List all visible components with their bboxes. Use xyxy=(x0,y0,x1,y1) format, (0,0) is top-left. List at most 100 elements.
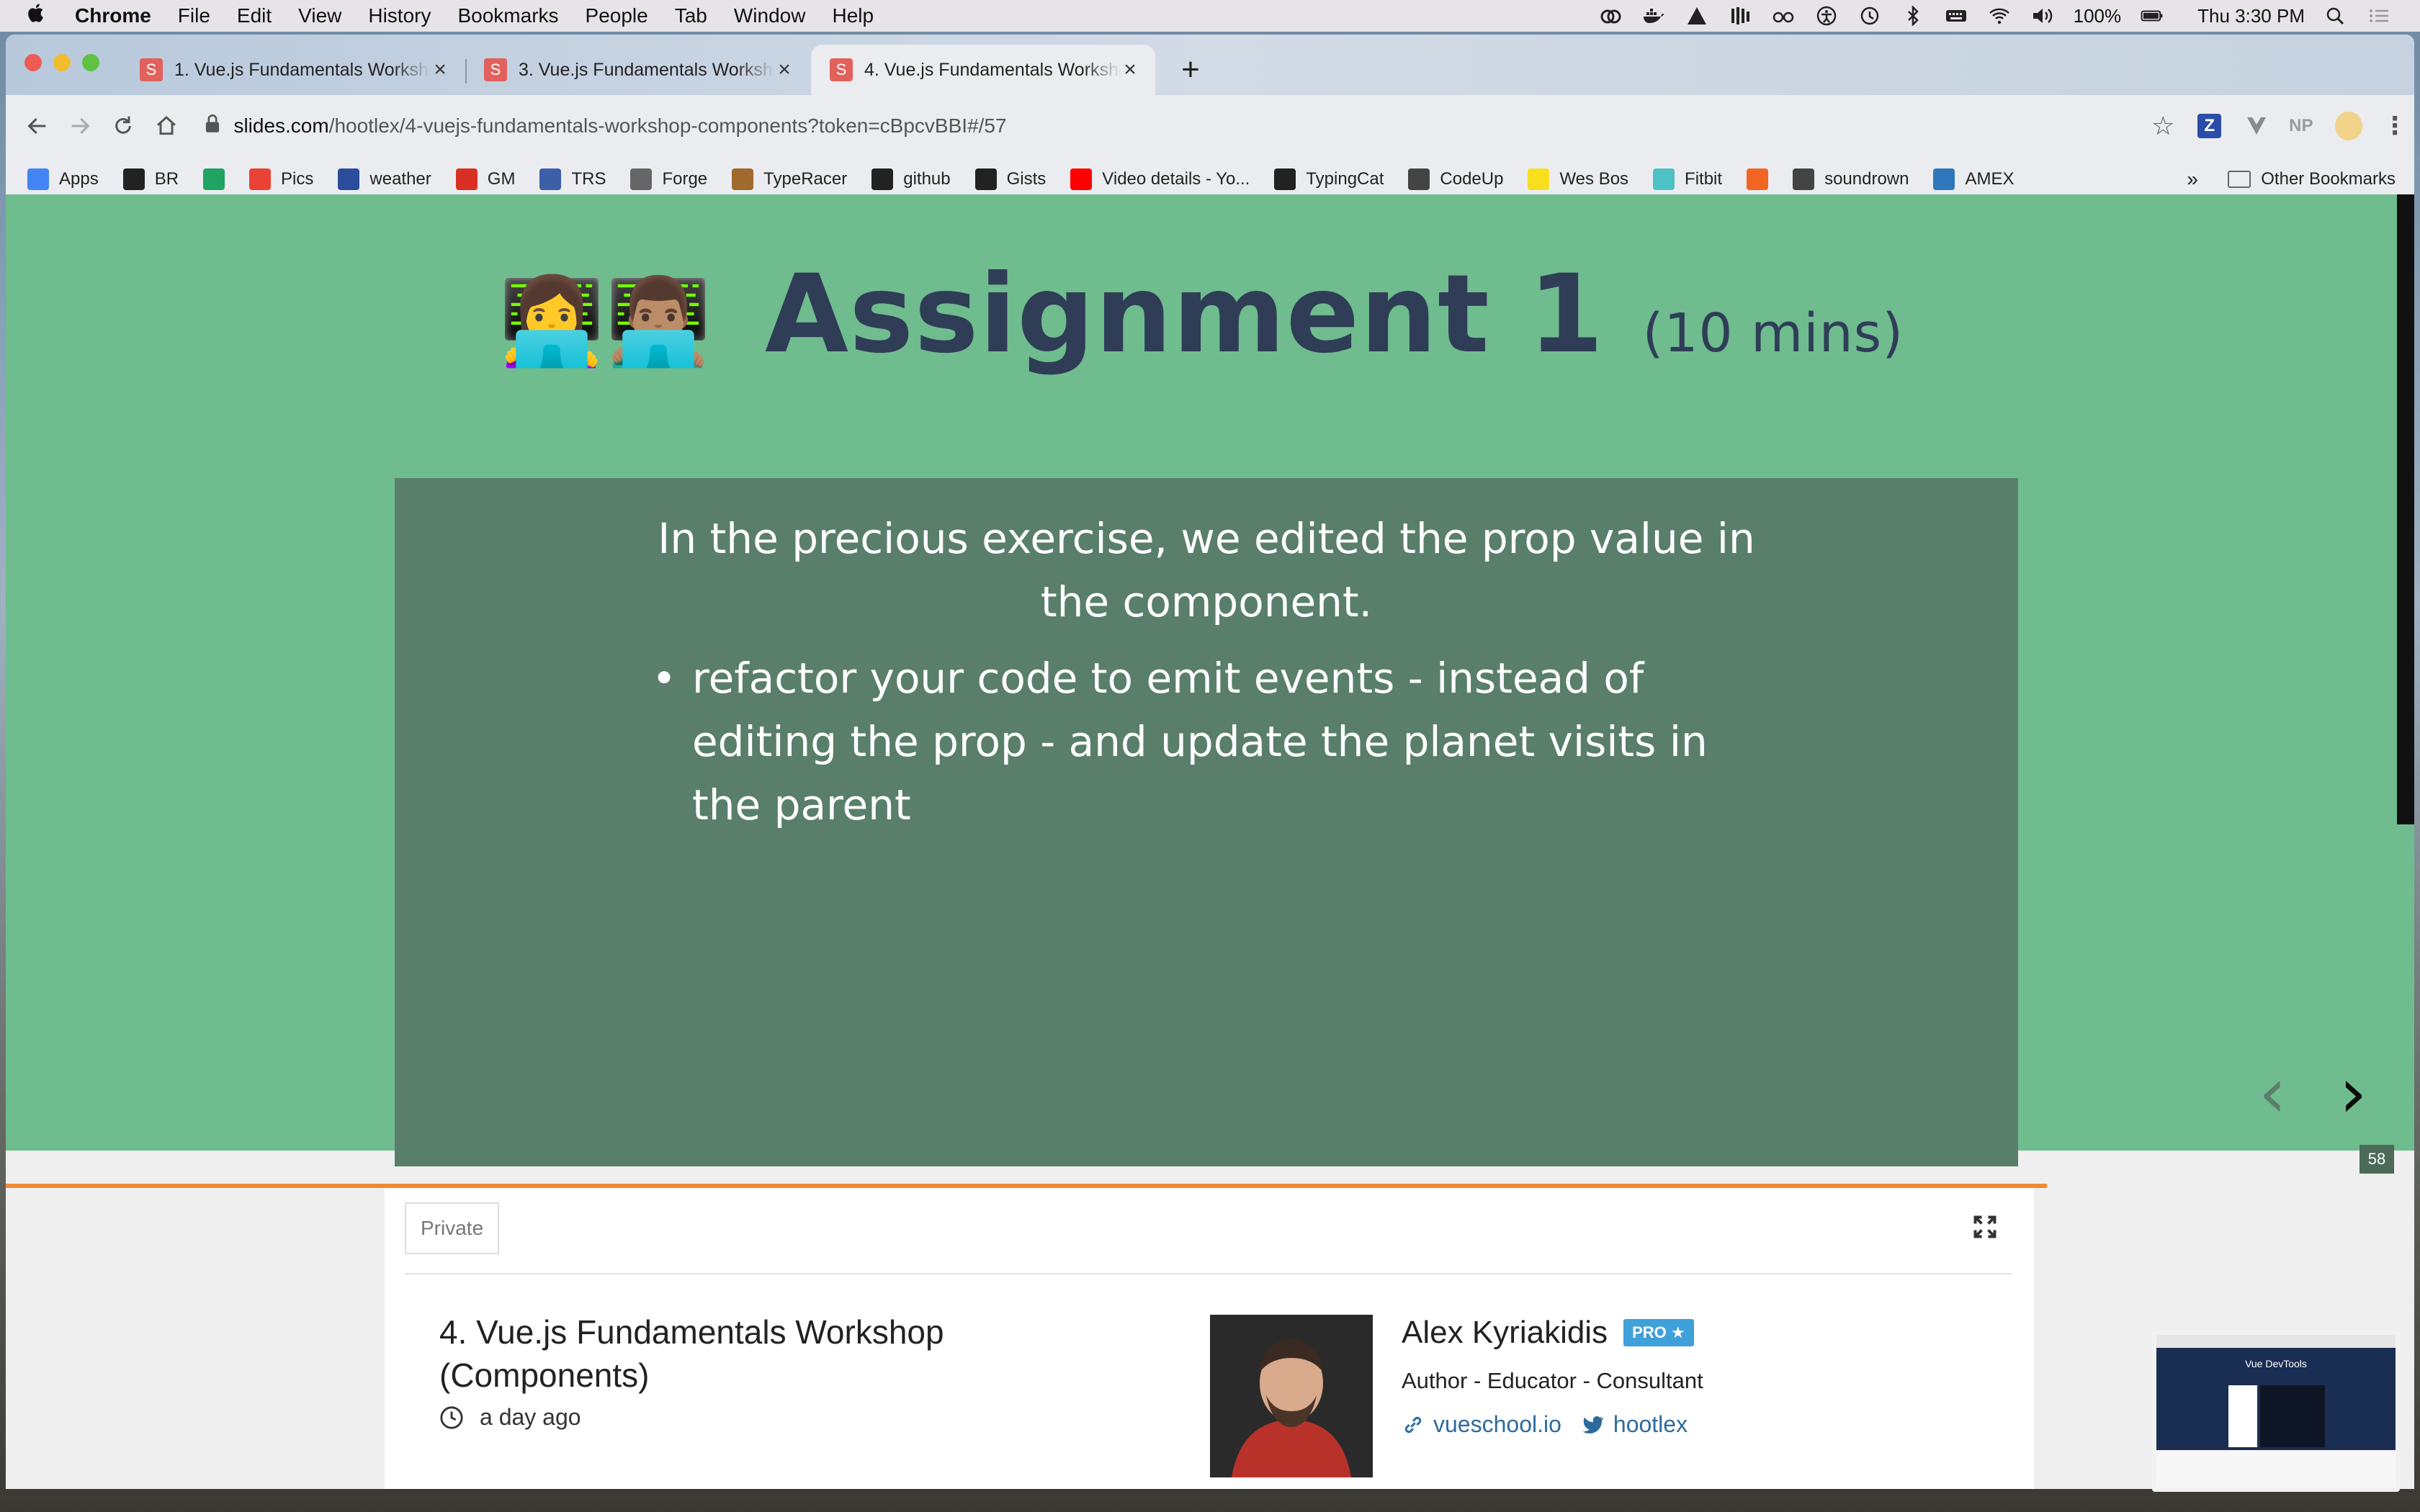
forward-button[interactable] xyxy=(59,104,102,148)
author-name[interactable]: Alex Kyriakidis PRO ★ xyxy=(1402,1315,1694,1351)
slide-content-box: In the precious exercise, we edited the … xyxy=(395,478,2018,1166)
bluetooth-icon[interactable] xyxy=(1901,5,1925,27)
menu-window[interactable]: Window xyxy=(734,4,806,27)
notification-center-icon[interactable] xyxy=(2367,5,2391,27)
volume-icon[interactable] xyxy=(2030,5,2055,27)
docker-icon[interactable] xyxy=(1641,5,1666,27)
zotero-extension-icon[interactable]: Z xyxy=(2197,114,2222,138)
bookmark-item[interactable]: TypingCat xyxy=(1274,168,1384,190)
bookmark-star-icon[interactable]: ☆ xyxy=(2151,111,2174,141)
page-scrollbar[interactable] xyxy=(2397,194,2414,1151)
bookmark-favicon-icon xyxy=(27,168,49,190)
bookmark-item[interactable]: BR xyxy=(122,168,179,190)
menu-tab[interactable]: Tab xyxy=(675,4,707,27)
bookmark-label: Apps xyxy=(59,168,99,189)
bookmark-label: Pics xyxy=(281,168,314,189)
slide-emoji: 👩‍💻👨🏽‍💻 xyxy=(498,271,712,372)
bookmark-favicon-icon xyxy=(974,168,997,190)
audio-bars-icon[interactable] xyxy=(1728,5,1752,27)
vue-devtools-extension-icon[interactable] xyxy=(2237,106,2276,146)
keyboard-icon[interactable] xyxy=(1944,5,1968,27)
author-avatar[interactable] xyxy=(1210,1315,1373,1477)
bookmark-favicon-icon xyxy=(732,168,754,190)
scrollbar-thumb[interactable] xyxy=(2397,824,2414,1151)
bookmark-label: TypeRacer xyxy=(763,168,848,189)
menu-bookmarks[interactable]: Bookmarks xyxy=(457,4,558,27)
tent-icon[interactable] xyxy=(1685,5,1709,27)
tab-2[interactable]: S 3. Vue.js Fundamentals Workshop × xyxy=(465,45,810,95)
author-twitter-link[interactable]: hootlex xyxy=(1582,1411,1688,1438)
back-button[interactable] xyxy=(16,104,59,148)
fullscreen-icon[interactable] xyxy=(1972,1214,1998,1240)
bookmark-label: TypingCat xyxy=(1306,168,1384,189)
bookmark-favicon-icon xyxy=(203,168,225,190)
bookmark-item[interactable]: TypeRacer xyxy=(732,168,847,190)
bookmark-item[interactable]: AMEX xyxy=(1933,168,2015,190)
bookmark-item[interactable]: weather xyxy=(338,168,431,190)
prev-slide-arrow-icon[interactable]: ‹ xyxy=(2259,1053,2286,1133)
bookmark-favicon-icon xyxy=(1747,168,1769,190)
bookmark-item[interactable]: Wes Bos xyxy=(1528,168,1628,190)
author-twitter-text: hootlex xyxy=(1613,1411,1688,1437)
menu-app-name[interactable]: Chrome xyxy=(75,4,151,27)
next-slide-arrow-icon[interactable]: › xyxy=(2339,1053,2367,1133)
np-extension-icon[interactable]: NP xyxy=(2282,106,2321,146)
bookmark-item[interactable]: Apps xyxy=(27,168,99,190)
accessibility-icon[interactable] xyxy=(1814,5,1839,27)
tab-3-active[interactable]: S 4. Vue.js Fundamentals Workshop × xyxy=(811,45,1155,95)
author-links: vueschool.io hootlex xyxy=(1402,1411,1708,1438)
close-window-button[interactable] xyxy=(24,54,42,71)
bookmark-item[interactable]: Forge xyxy=(630,168,707,190)
bookmark-favicon-icon xyxy=(455,168,478,190)
chrome-menu-icon[interactable]: ⋮ xyxy=(2375,106,2414,146)
bookmark-item[interactable] xyxy=(1747,168,1778,190)
bookmark-item[interactable]: Pics xyxy=(249,168,313,190)
home-button[interactable] xyxy=(145,104,188,148)
menu-edit[interactable]: Edit xyxy=(237,4,272,27)
menu-help[interactable]: Help xyxy=(832,4,874,27)
new-tab-button[interactable]: + xyxy=(1173,52,1209,88)
menubar-clock[interactable]: Thu 3:30 PM xyxy=(2197,5,2305,27)
menu-history[interactable]: History xyxy=(368,4,431,27)
author-website-link[interactable]: vueschool.io xyxy=(1402,1411,1561,1438)
menu-view[interactable]: View xyxy=(298,4,341,27)
menu-file[interactable]: File xyxy=(178,4,210,27)
thumbnail-title: Vue DevTools xyxy=(2245,1358,2307,1369)
url-host: slides.com xyxy=(233,114,329,137)
address-bar[interactable]: slides.com /hootlex/4-vuejs-fundamentals… xyxy=(194,103,2190,149)
tab-1[interactable]: S 1. Vue.js Fundamentals Workshop × xyxy=(121,45,467,95)
bookmark-item[interactable]: CodeUp xyxy=(1408,168,1503,190)
lock-icon[interactable] xyxy=(205,114,233,138)
battery-icon[interactable] xyxy=(2140,5,2164,27)
pro-badge: PRO ★ xyxy=(1623,1319,1694,1346)
bookmark-item[interactable] xyxy=(203,168,235,190)
bookmark-label: github xyxy=(903,168,951,189)
bookmark-item[interactable]: Gists xyxy=(974,168,1046,190)
close-tab-icon[interactable]: × xyxy=(775,58,794,82)
zoom-window-button[interactable] xyxy=(82,54,99,71)
profile-avatar[interactable] xyxy=(2334,112,2363,140)
bookmark-item[interactable]: Video details - Yo... xyxy=(1070,168,1250,190)
screenshot-thumbnail[interactable]: Vue DevTools xyxy=(2152,1331,2400,1492)
creative-cloud-icon[interactable] xyxy=(1598,5,1623,27)
bookmark-favicon-icon xyxy=(1274,168,1296,190)
deck-date: a day ago xyxy=(439,1404,581,1431)
author-role: Author - Educator - Consultant xyxy=(1402,1368,1703,1393)
close-tab-icon[interactable]: × xyxy=(431,58,449,82)
bookmark-label: Forge xyxy=(662,168,708,189)
bookmark-item[interactable]: GM xyxy=(455,168,515,190)
spotlight-search-icon[interactable] xyxy=(2323,5,2348,27)
bookmark-favicon-icon xyxy=(122,168,145,190)
bookmark-item[interactable]: Fitbit xyxy=(1653,168,1722,190)
bookmark-item[interactable]: soundrown xyxy=(1793,168,1909,190)
time-machine-icon[interactable] xyxy=(1857,5,1882,27)
bookmark-item[interactable]: github xyxy=(871,168,951,190)
wifi-icon[interactable] xyxy=(1987,5,2012,27)
menu-people[interactable]: People xyxy=(586,4,648,27)
glasses-icon[interactable] xyxy=(1771,5,1796,27)
minimize-window-button[interactable] xyxy=(53,54,71,71)
bookmark-item[interactable]: TRS xyxy=(539,168,606,190)
close-tab-icon[interactable]: × xyxy=(1121,58,1139,82)
reload-button[interactable] xyxy=(102,104,145,148)
apple-menu-icon[interactable] xyxy=(26,2,55,30)
